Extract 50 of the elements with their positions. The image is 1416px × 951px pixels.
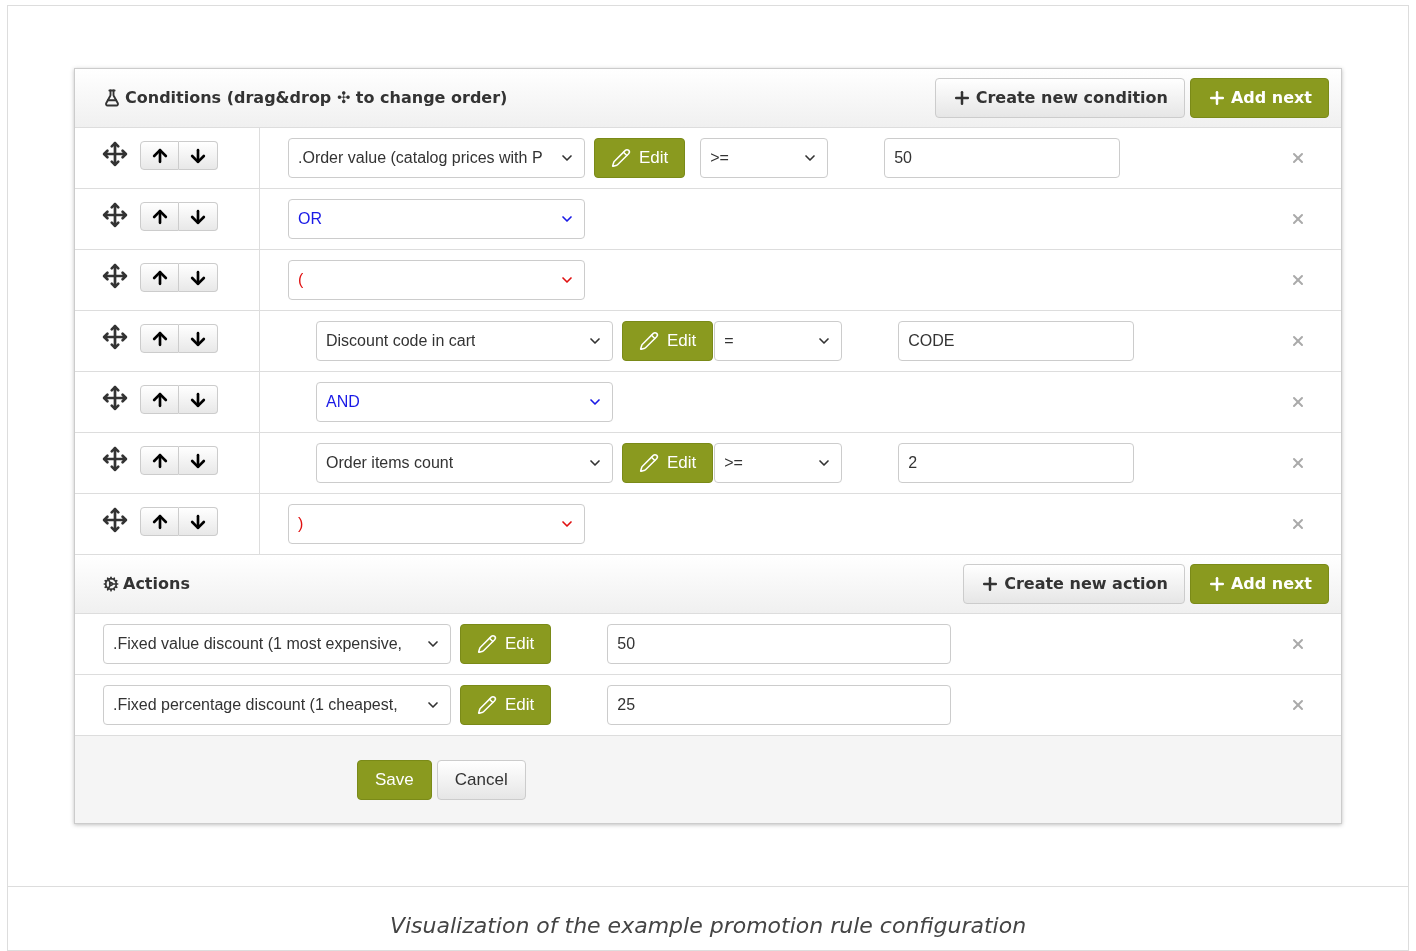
dropdown-field[interactable]: .Fixed percentage discount (1 cheapest, (103, 685, 451, 725)
move-icon[interactable] (102, 263, 128, 289)
move-down-button[interactable] (179, 141, 218, 170)
dropdown-field[interactable]: .Order value (catalog prices with P (288, 138, 585, 178)
pencil-icon (639, 453, 659, 473)
cancel-button[interactable]: Cancel (436, 759, 526, 800)
move-down-button[interactable] (179, 446, 218, 475)
create-button[interactable]: Create new condition (934, 78, 1185, 118)
move-down-button[interactable] (179, 324, 218, 353)
value-field[interactable]: 2 (898, 443, 1135, 483)
pencil-icon (477, 634, 497, 654)
move-down-button[interactable] (179, 202, 218, 231)
move-up-button[interactable] (140, 385, 179, 414)
dropdown-field[interactable]: = (714, 321, 843, 361)
dropdown-field[interactable]: >= (714, 443, 843, 483)
value-field[interactable]: 50 (607, 624, 952, 664)
dropdown-field[interactable]: ( (288, 260, 585, 300)
pencil-icon (611, 148, 631, 168)
move-icon[interactable] (102, 385, 128, 411)
dropdown-field[interactable]: AND (316, 382, 613, 422)
dropdown-field[interactable]: Order items count (316, 443, 613, 483)
create-button[interactable]: Create new action (963, 564, 1185, 604)
value-field[interactable]: CODE (898, 321, 1135, 361)
pencil-icon (639, 331, 659, 351)
section-title: Actions (123, 573, 190, 595)
dropdown-field[interactable]: Discount code in cart (316, 321, 613, 361)
dropdown-field[interactable]: OR (288, 199, 585, 239)
move-up-button[interactable] (140, 324, 179, 353)
move-icon[interactable] (102, 141, 128, 167)
move-icon[interactable] (102, 324, 128, 350)
move-up-button[interactable] (140, 263, 179, 292)
move-up-button[interactable] (140, 507, 179, 536)
value-field[interactable]: 50 (884, 138, 1121, 178)
dropdown-field[interactable]: >= (700, 138, 829, 178)
pencil-icon (477, 695, 497, 715)
move-icon[interactable] (102, 202, 128, 228)
dropdown-field[interactable]: .Fixed value discount (1 most expensive, (103, 624, 451, 664)
dropdown-field[interactable]: ) (288, 504, 585, 544)
move-icon[interactable] (102, 507, 128, 533)
figure-caption: Visualization of the example promotion rule configuration (389, 912, 1027, 940)
move-down-button[interactable] (179, 385, 218, 414)
value-field[interactable]: 25 (607, 685, 952, 725)
flask-icon (103, 89, 121, 107)
move-down-button[interactable] (179, 507, 218, 536)
move-up-button[interactable] (140, 446, 179, 475)
move-up-button[interactable] (140, 141, 179, 170)
move-up-button[interactable] (140, 202, 179, 231)
move-down-button[interactable] (179, 263, 218, 292)
move-icon[interactable] (102, 446, 128, 472)
section-title: Conditions (drag&drop ✣ to change order) (125, 87, 508, 109)
